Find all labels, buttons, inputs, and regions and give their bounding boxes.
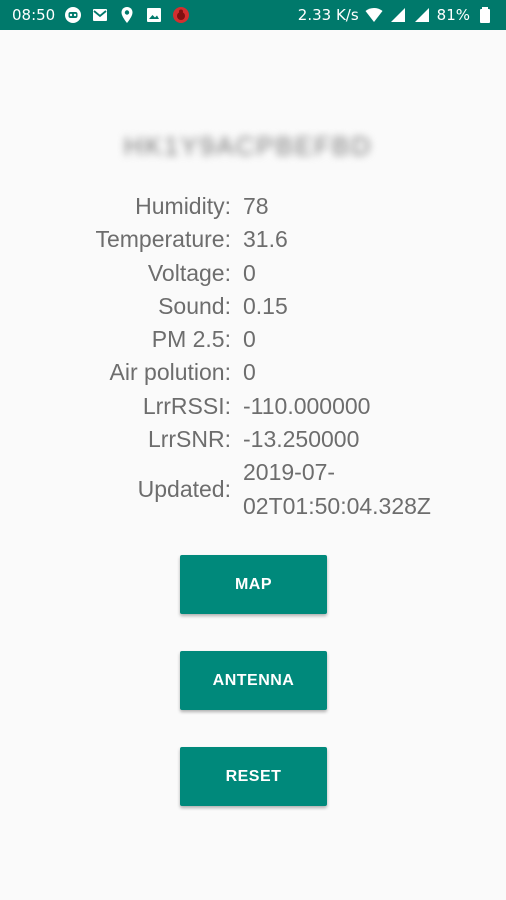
signal-icon	[389, 6, 407, 24]
network-speed: 2.33 K/s	[297, 6, 359, 24]
image-icon	[145, 6, 163, 24]
reading-label: LrrSNR:	[147, 426, 231, 453]
antenna-button[interactable]: ANTENNA	[180, 651, 327, 710]
location-icon	[118, 6, 136, 24]
reading-label: Air polution:	[109, 359, 231, 386]
status-bar-right: 2.33 K/s 81%	[298, 6, 506, 24]
reading-value: -110.000000	[243, 392, 371, 419]
reading-label: PM 2.5:	[151, 326, 231, 353]
reading-row-temperature: Temperature: 31.6	[0, 223, 506, 256]
signal-icon	[413, 6, 431, 24]
device-name: HK1Y9ACPBEFBD	[108, 128, 388, 164]
reading-value: 2019-07- 02T01:50:04.328Z	[243, 456, 473, 523]
battery-icon	[476, 6, 494, 24]
mail-icon	[91, 6, 109, 24]
reading-row-lrrrssi: LrrRSSI: -110.000000	[0, 390, 506, 423]
reading-value: 31.6	[243, 226, 288, 253]
reading-value: -13.250000	[243, 426, 360, 453]
wifi-icon	[365, 6, 383, 24]
updated-value-line1: 2019-07-	[243, 459, 336, 486]
battery-percent: 81%	[436, 6, 470, 24]
reading-row-sound: Sound: 0.15	[0, 290, 506, 323]
status-bar: 08:50 2.33 K/s 81%	[0, 0, 506, 30]
reading-row-lrrsnr: LrrSNR: -13.250000	[0, 423, 506, 456]
status-bar-left: 08:50	[0, 6, 190, 24]
reset-button[interactable]: RESET	[180, 747, 327, 806]
readings-list: Humidity: 78 Temperature: 31.6 Voltage: …	[0, 190, 506, 523]
reading-label: Temperature:	[95, 226, 231, 253]
reading-value: 0	[243, 359, 256, 386]
reading-value: 0	[243, 326, 256, 353]
reading-value: 0.15	[243, 292, 288, 319]
reading-label: Voltage:	[147, 259, 231, 286]
reading-label: Updated:	[137, 476, 231, 503]
map-button[interactable]: MAP	[180, 555, 327, 614]
reading-row-pm25: PM 2.5: 0	[0, 323, 506, 356]
reading-label: Humidity:	[135, 193, 231, 219]
device-name-text: HK1Y9ACPBEFBD	[123, 130, 373, 161]
reading-label: LrrRSSI:	[142, 392, 231, 419]
reading-row-humidity: Humidity: 78	[0, 190, 506, 223]
reading-label: Sound:	[158, 292, 231, 319]
updated-value-line2: 02T01:50:04.328Z	[243, 492, 431, 519]
reading-row-air-pollution: Air polution: 0	[0, 356, 506, 389]
reading-row-voltage: Voltage: 0	[0, 257, 506, 290]
status-time: 08:50	[12, 6, 56, 24]
reading-value: 78	[243, 193, 269, 219]
bug-icon	[172, 6, 190, 24]
reading-value: 0	[243, 259, 256, 286]
reading-row-updated: Updated: 2019-07- 02T01:50:04.328Z	[0, 456, 506, 523]
robot-icon	[64, 6, 82, 24]
